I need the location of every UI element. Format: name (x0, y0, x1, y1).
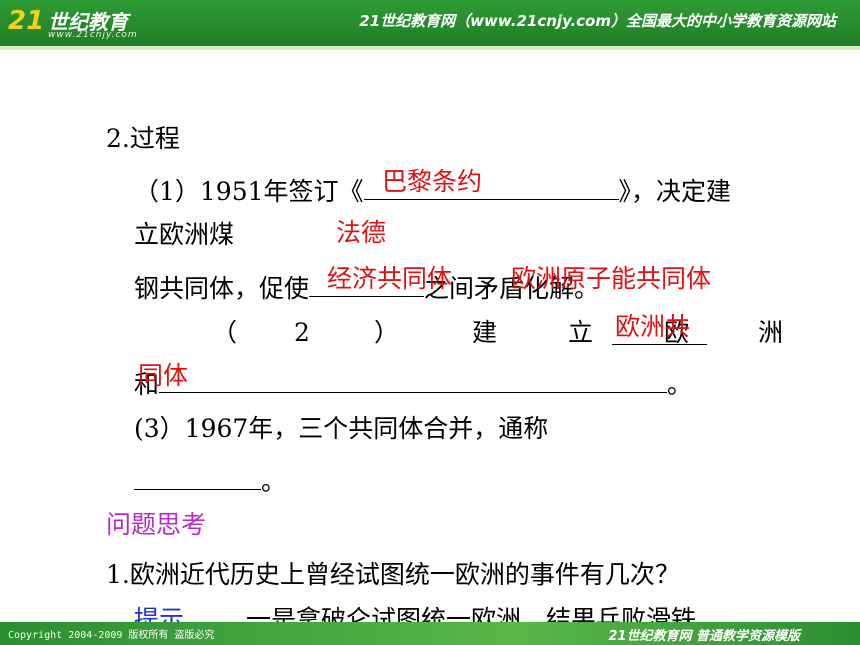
footer-brand: 21世纪教育网 普通教学资源模版 (608, 629, 800, 644)
item2-num: 2 (294, 318, 310, 347)
item2-li: 立 (568, 318, 594, 347)
item1-prefix: （1）1951年签订《 (134, 177, 364, 206)
section-title-text: 2.过程 (106, 124, 180, 153)
item1-line2-text: 立欧洲煤 (134, 220, 235, 249)
answer-countries: 法德 (336, 218, 387, 247)
item2-end: 。 (667, 370, 693, 399)
item3-text: (3）1967年，三个共同体合并，通称 (134, 414, 549, 443)
blank-euratom (159, 366, 668, 393)
item1-line2: 立欧洲煤 (134, 220, 234, 250)
item3-line1: (3）1967年，三个共同体合并，通称 (134, 414, 548, 444)
answer-ec-part1: 欧洲共 (615, 312, 691, 341)
item1-line3-prefix: 钢共同体，促使 (134, 274, 310, 303)
copyright-text: Copyright 2004-2009 版权所有 盗版必究 (8, 630, 215, 641)
blank-ec (134, 463, 261, 490)
item2-line2: 和。 (134, 366, 692, 400)
item2-zhou: 洲 (758, 318, 784, 347)
answer-eec: 经济共同体 (327, 264, 453, 293)
answer-euratom: 欧洲原子能共同体 (511, 264, 712, 293)
answer-treaty: 巴黎条约 (382, 167, 483, 196)
header-slogan: 21世纪教育网（www.21cnjy.com）全国最大的中小学教育资源网站 (359, 12, 836, 30)
section-title: 2.过程 (106, 124, 180, 154)
logo-url: www.21cnjy.com (48, 30, 138, 40)
answer-ec-part2: 同体 (138, 361, 189, 390)
thinking-heading: 问题思考 (106, 510, 207, 539)
thinking-question-text: 1.欧洲近代历史上曾经试图统一欧洲的事件有几次？ (106, 560, 680, 589)
logo-mark: 21 (8, 6, 45, 36)
header-divider (0, 46, 860, 50)
thinking-question: 1.欧洲近代历史上曾经试图统一欧洲的事件有几次？ (106, 560, 680, 590)
header-banner: 21 世纪教育 www.21cnjy.com 21世纪教育网（www.21cnj… (0, 0, 860, 46)
item2-open: （ (212, 318, 238, 347)
footer-bar: Copyright 2004-2009 版权所有 盗版必究 21世纪教育网 普通… (0, 622, 860, 645)
item2-jian: 建 (472, 318, 498, 347)
item3-line2: 。 (134, 463, 286, 497)
item2-close: ） (374, 318, 400, 347)
site-logo[interactable]: 21 世纪教育 www.21cnjy.com (8, 4, 158, 42)
item3-end: 。 (261, 467, 287, 496)
item1-suffix: 》，决定建 (618, 177, 732, 206)
